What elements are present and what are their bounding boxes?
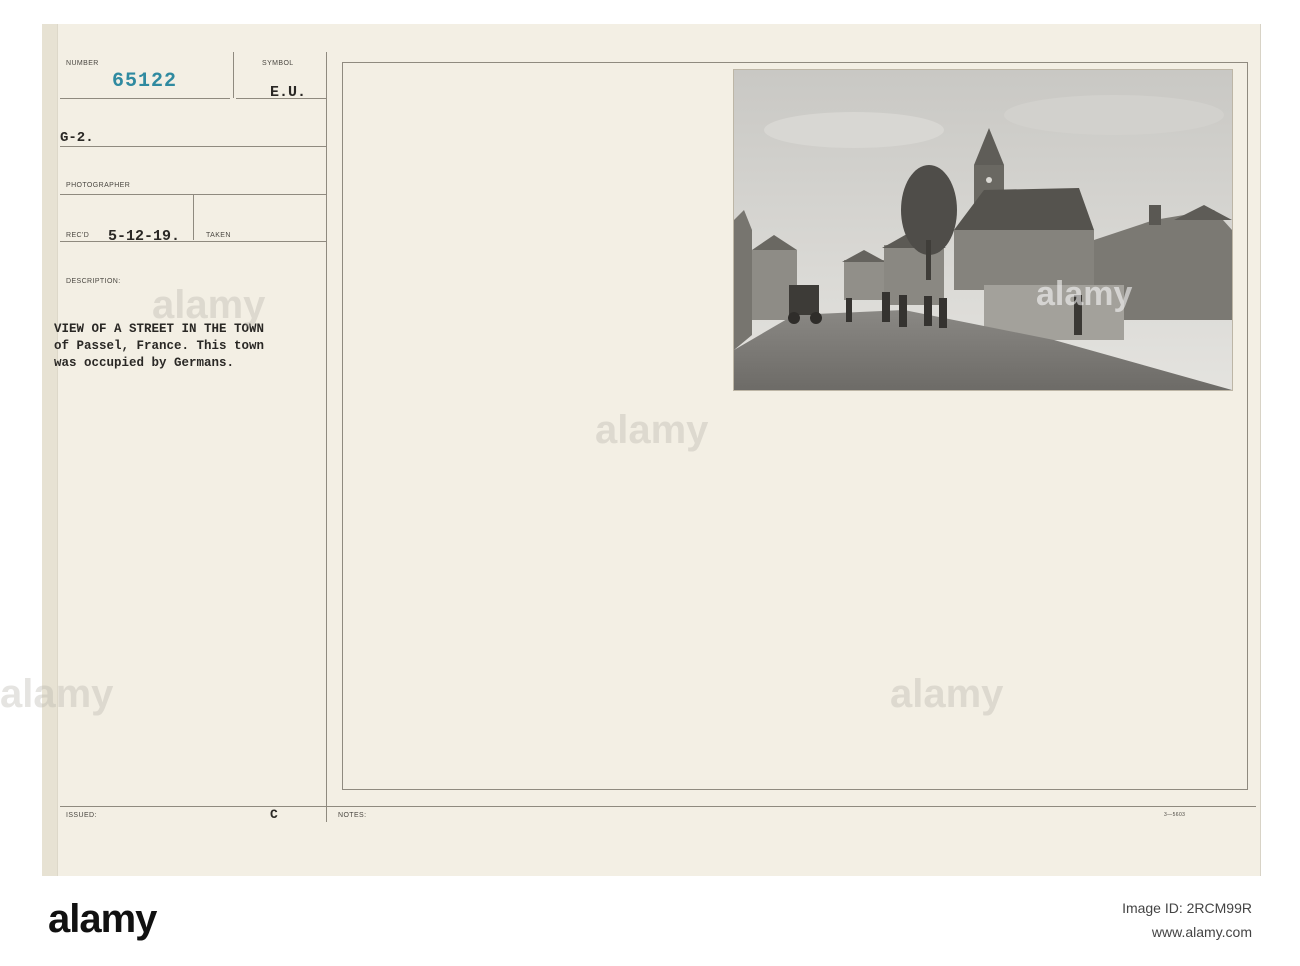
photographer-label: PHOTOGRAPHER: [66, 182, 131, 189]
g2-underline: [60, 146, 326, 147]
footer-band: [0, 876, 1300, 966]
taken-label: TAKEN: [206, 232, 231, 239]
number-label: NUMBER: [66, 60, 99, 67]
alamy-logo[interactable]: alamy: [48, 897, 157, 942]
number-value: 65122: [112, 70, 178, 93]
recd-taken-divider: [193, 194, 194, 240]
photo-watermark: alamy: [1036, 275, 1133, 313]
watermark-center: alamy: [595, 408, 709, 452]
watermark-mid-bottom: alamy: [890, 672, 1004, 716]
watermark-left-top: alamy: [152, 283, 266, 327]
recd-label: REC'D: [66, 232, 90, 239]
description-line-2: of Passel, France. This town: [54, 339, 265, 353]
watermark-left-bottom: alamy: [0, 672, 114, 716]
street-photograph: alamy: [734, 70, 1232, 390]
left-column-divider: [326, 52, 327, 822]
form-code: 3—5603: [1164, 812, 1186, 818]
recd-underline: [60, 241, 326, 242]
g2-code: G-2.: [60, 130, 94, 146]
street-scene-image: [734, 70, 1232, 390]
footer-rule: [60, 806, 1256, 807]
number-symbol-divider: [233, 52, 234, 98]
symbol-label: SYMBOL: [262, 60, 294, 67]
card-left-strip: [42, 24, 58, 876]
site-url[interactable]: www.alamy.com: [1152, 924, 1252, 940]
description-text: VIEW OF A STREET IN THE TOWN of Passel, …: [54, 321, 264, 372]
symbol-underline: [236, 98, 326, 99]
description-label: DESCRIPTION:: [66, 278, 121, 285]
recd-value: 5-12-19.: [108, 228, 181, 245]
issued-label: ISSUED:: [66, 812, 97, 819]
issued-value: C: [270, 807, 278, 822]
image-id: Image ID: 2RCM99R: [1122, 900, 1252, 916]
notes-label: NOTES:: [338, 812, 367, 819]
number-underline: [60, 98, 230, 99]
description-line-3: was occupied by Germans.: [54, 356, 235, 370]
